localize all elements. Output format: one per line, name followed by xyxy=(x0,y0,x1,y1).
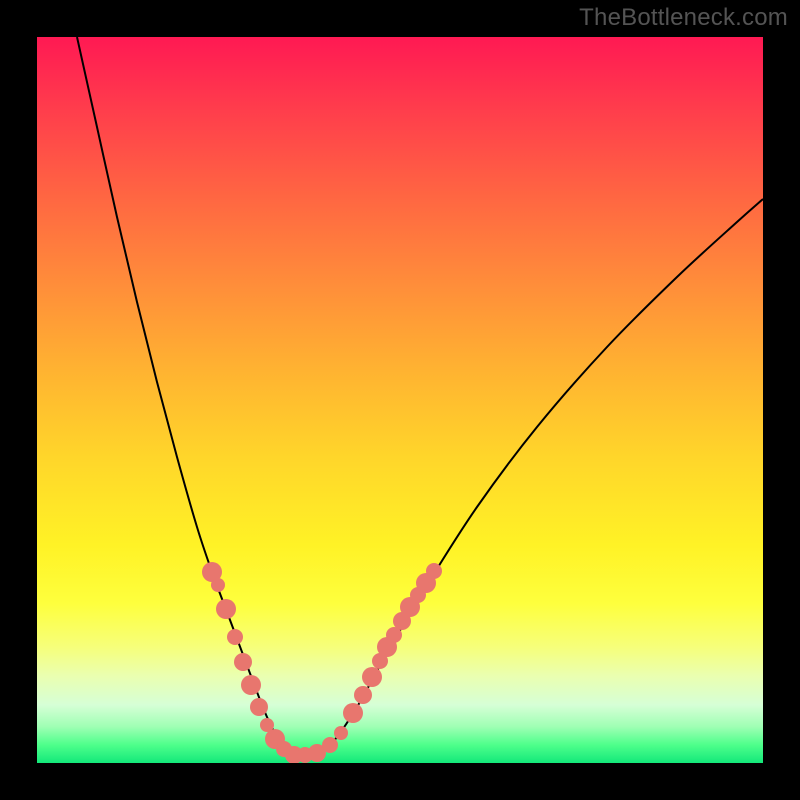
marker-dot xyxy=(250,698,268,716)
curve-svg xyxy=(37,37,763,763)
highlight-markers xyxy=(202,562,442,763)
marker-dot xyxy=(241,675,261,695)
marker-dot xyxy=(322,737,338,753)
marker-dot xyxy=(216,599,236,619)
bottleneck-curve xyxy=(77,37,763,756)
marker-dot xyxy=(234,653,252,671)
marker-dot xyxy=(426,563,442,579)
marker-dot xyxy=(227,629,243,645)
chart-container: TheBottleneck.com xyxy=(0,0,800,800)
marker-dot xyxy=(211,578,225,592)
marker-dot xyxy=(362,667,382,687)
plot-area xyxy=(37,37,763,763)
marker-dot xyxy=(334,726,348,740)
marker-dot xyxy=(343,703,363,723)
watermark-text: TheBottleneck.com xyxy=(579,4,788,32)
marker-dot xyxy=(354,686,372,704)
